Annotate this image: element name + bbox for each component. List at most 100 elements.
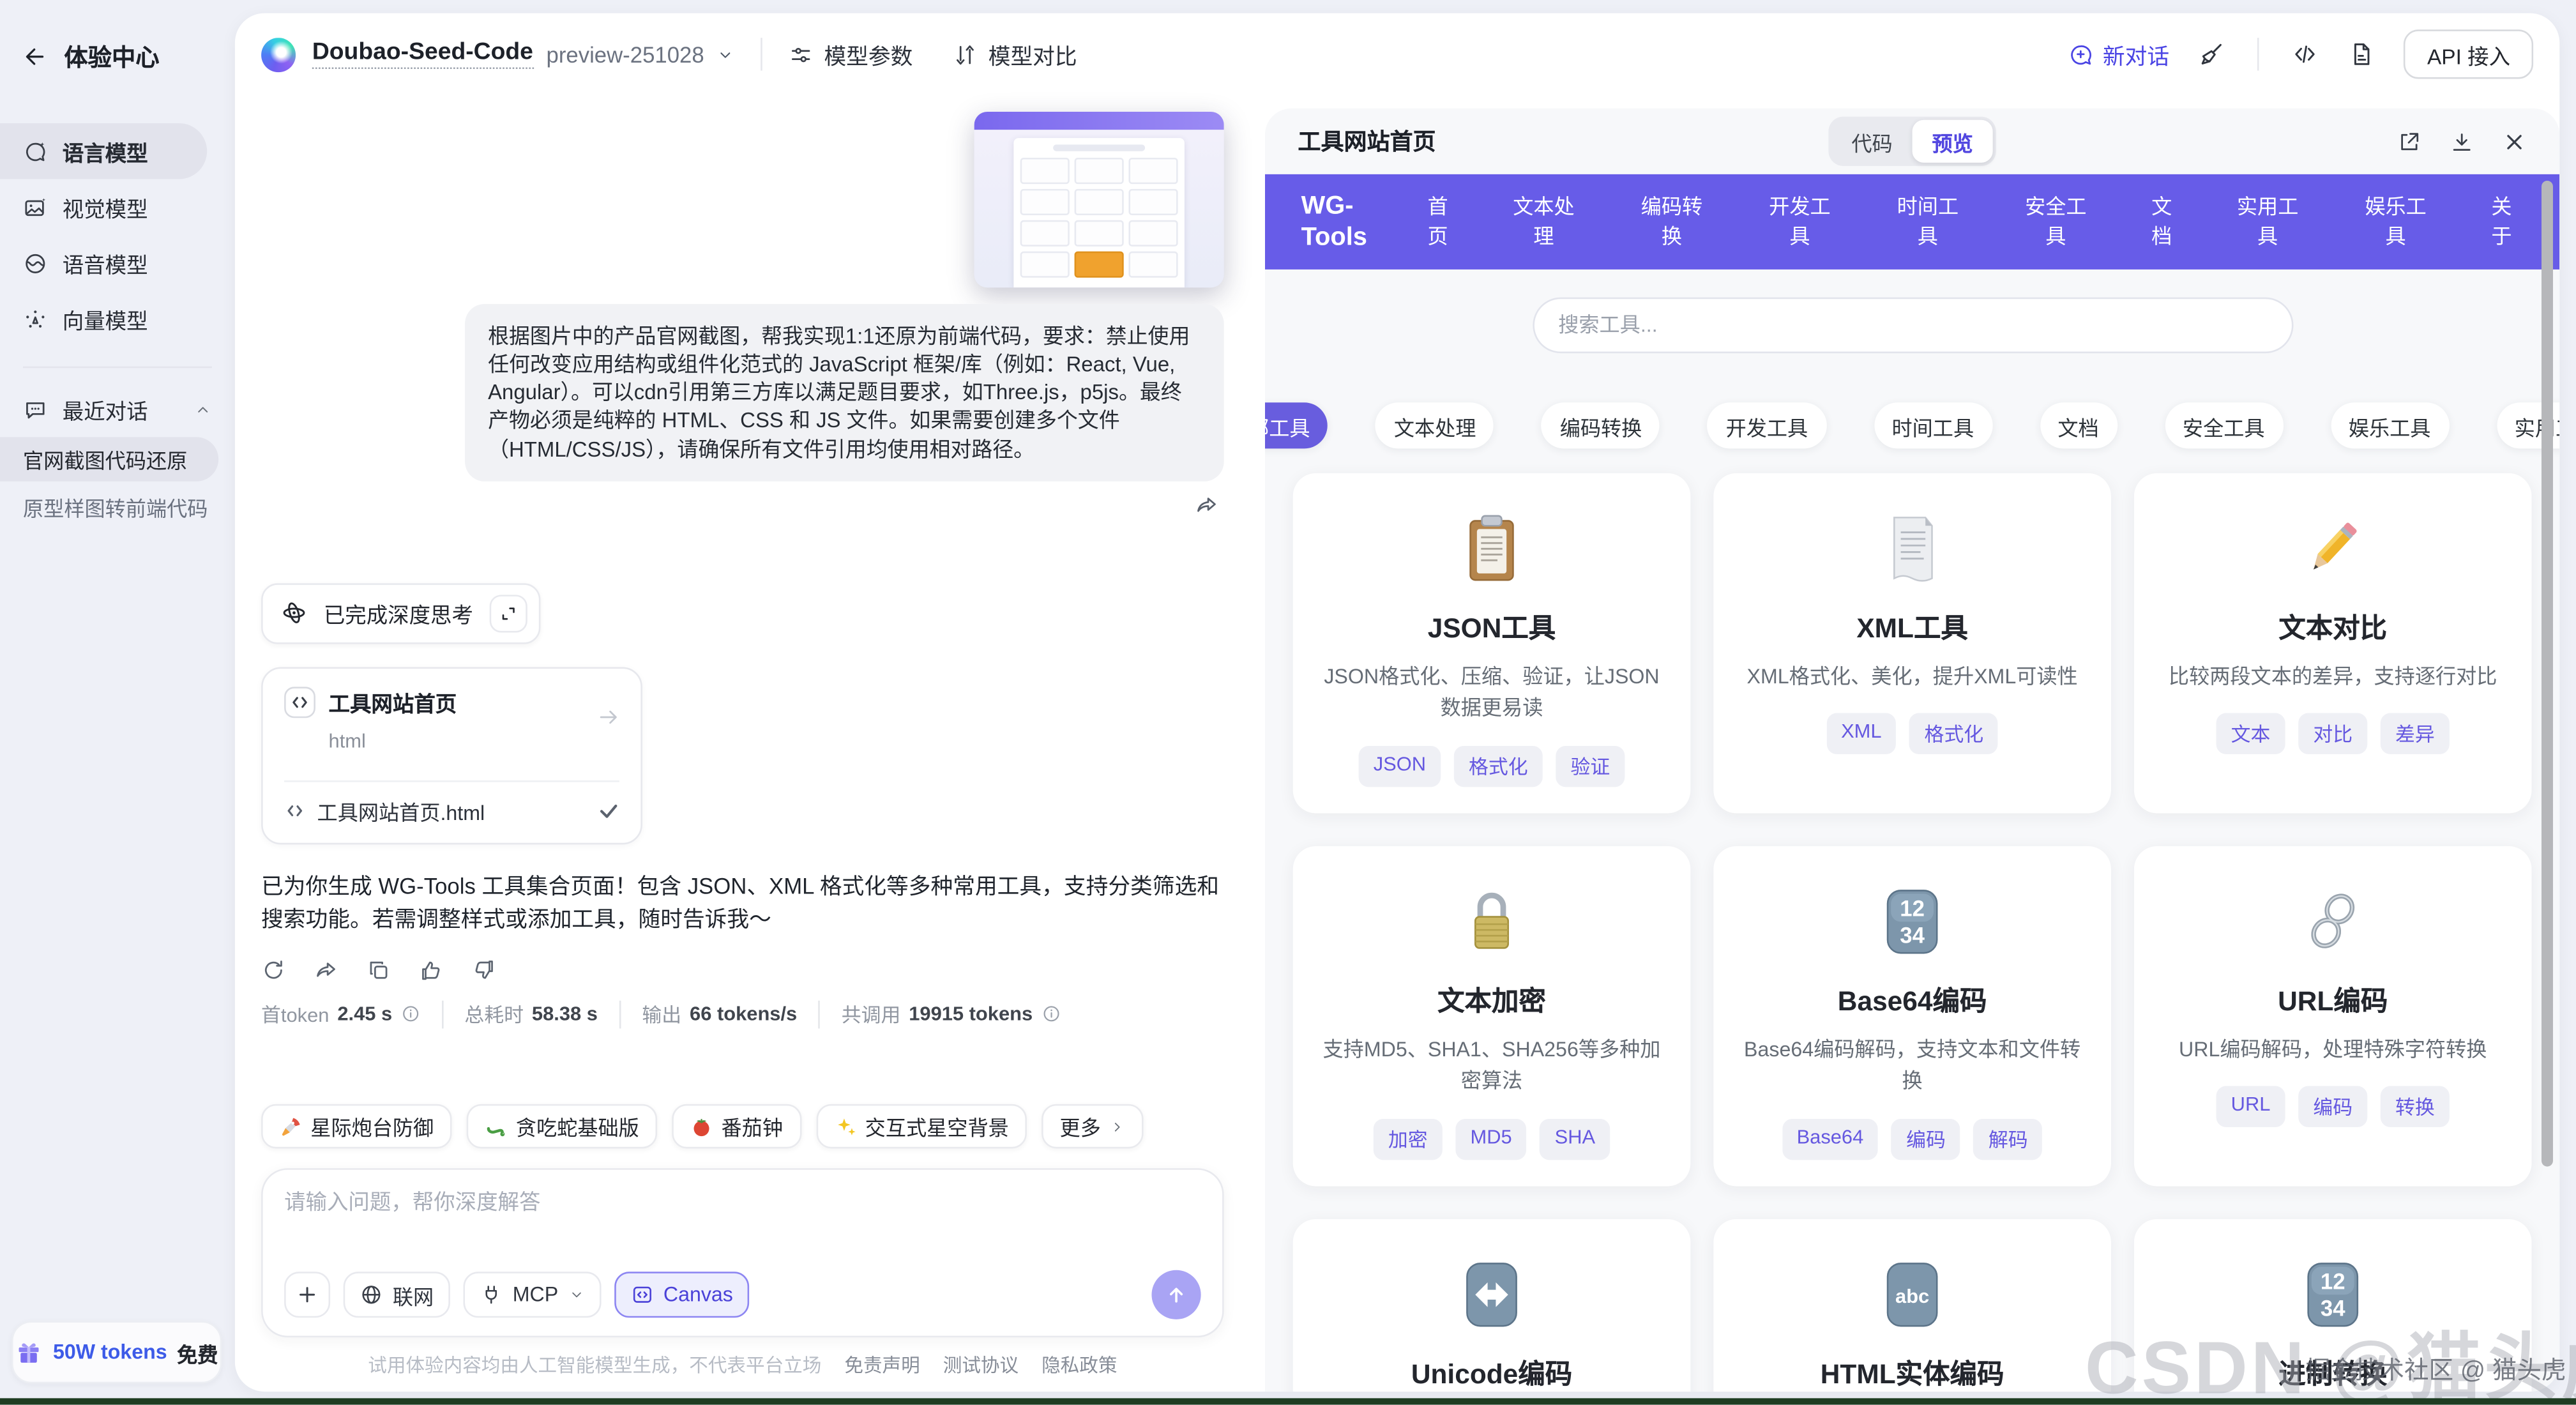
thinking-label: 已完成深度思考 [324,598,473,629]
site-navbar: WG-Tools 首页文本处理 编码转换开发工具 时间工具安全工具 文档实用工具 娱乐工… [1265,174,2559,270]
chat-input-box[interactable]: 联网 MCP Canvas [261,1168,1224,1337]
model-selector[interactable]: Doubao-Seed-Code [312,40,533,69]
artifact-file-row[interactable]: 工具网站首页.html [263,782,641,842]
recent-chat-item[interactable]: 原型样图转前端代码 [0,485,218,529]
send-button[interactable] [1151,1270,1201,1319]
chevron-up-icon[interactable] [194,400,212,418]
reference-screenshot-thumbnail[interactable] [974,112,1224,287]
suggestion-chip[interactable]: 交互式星空背景 [815,1104,1027,1148]
filter-chip[interactable]: 时间工具 [1874,402,1992,448]
code-icon[interactable] [2292,41,2319,67]
link-icon [2300,885,2366,957]
canvas-button[interactable]: Canvas [614,1272,750,1318]
tokens-free-label: 免费 [177,1337,218,1368]
suggestion-chip[interactable]: 贪吃蛇基础版 [467,1104,657,1148]
model-params-button[interactable]: 模型参数 [788,38,913,70]
filter-chip[interactable]: 编码转换 [1542,402,1660,448]
tool-card[interactable]: Unicode编码Unicode编码解码，处理多语言字符Unicode字符编码 [1293,1219,1691,1392]
tool-card[interactable]: XML工具XML格式化、美化，提升XML可读性XML格式化 [1713,473,2111,813]
tool-card-description: Base64编码解码，支持文本和文件转换 [1743,1035,2082,1098]
model-compare-button[interactable]: 模型对比 [952,38,1077,70]
document-icon[interactable] [2348,41,2374,67]
site-nav-item[interactable]: 首页 [1426,192,1450,252]
free-tokens-banner[interactable]: 50W tokens 免费 [11,1321,222,1383]
chevron-down-icon[interactable] [716,45,734,63]
preview-header-actions [2397,129,2527,154]
tool-card[interactable]: 1234Base64编码Base64编码解码，支持文本和文件转换Base64编码… [1713,846,2111,1185]
sidebar-header[interactable]: 体验中心 [0,40,235,74]
globe-icon [360,1283,383,1306]
filter-chip[interactable]: 文档 [2040,402,2117,448]
tool-tag: SHA [1540,1118,1610,1159]
site-nav-item[interactable]: 文档 [2150,192,2174,252]
site-nav-item[interactable]: 开发工具 [1766,192,1833,252]
check-icon [598,800,619,821]
site-nav-item[interactable]: 关于 [2490,192,2513,252]
disclaimer-text: 试用体验内容均由人工智能模型生成，不代表平台立场 [368,1352,821,1378]
site-nav-item[interactable]: 安全工具 [2022,192,2089,252]
recent-chats-header[interactable]: 最近对话 [0,384,235,434]
tab-code[interactable]: 代码 [1832,120,1913,163]
site-search-input[interactable] [1532,298,2292,353]
preview-scrollbar[interactable] [2542,181,2553,1167]
thumbs-down-icon[interactable] [471,957,496,982]
web-search-button[interactable]: 联网 [344,1272,450,1318]
attach-button[interactable] [284,1272,330,1318]
export-icon[interactable] [2397,129,2422,154]
deep-thinking-pill[interactable]: 已完成深度思考 [261,583,540,644]
page-icon [1879,513,1945,585]
footer-link[interactable]: 隐私政策 [1042,1352,1117,1378]
tool-card[interactable]: 文本对比比较两段文本的差异，支持逐行对比文本对比差异 [2134,473,2532,813]
sidebar-item-vector-model[interactable]: 向量模型 [0,291,207,346]
sidebar-item-voice-model[interactable]: 语音模型 [0,235,207,291]
site-nav-item[interactable]: 时间工具 [1894,192,1962,252]
suggestion-chip[interactable]: 星际炮台防御 [261,1104,451,1148]
tool-card[interactable]: abcHTML实体编码HTML实体字符编码解码HTML实体编码 [1713,1219,2111,1392]
download-icon[interactable] [2450,129,2474,154]
suggestion-chip[interactable]: 番茄钟 [672,1104,801,1148]
expand-thinking-button[interactable] [490,595,527,632]
tool-card-tags: URL编码转换 [2163,1086,2502,1127]
chat-input[interactable] [284,1190,1201,1215]
tool-card[interactable]: 1234进制转换2、8、10、16进制之间的相互转换进制转换二进制 [2134,1219,2532,1392]
regenerate-icon[interactable] [261,957,286,982]
filter-chip[interactable]: 全部工具 [1265,402,1328,448]
filter-chip[interactable]: 文本处理 [1376,402,1494,448]
new-chat-button[interactable]: 新对话 [2068,38,2169,70]
filter-chip[interactable]: 安全工具 [2165,402,2283,448]
clear-broom-icon[interactable] [2199,41,2225,67]
recent-chat-item[interactable]: 官网截图代码还原 [0,437,218,481]
mcp-button[interactable]: MCP [464,1272,602,1318]
footer-link[interactable]: 免责声明 [844,1352,920,1378]
artifact-card[interactable]: 工具网站首页 html 工具网站首页.html [261,667,642,844]
site-nav-item[interactable]: 实用工具 [2234,192,2301,252]
tool-tag: Base64 [1782,1118,1878,1159]
expand-icon [499,604,517,622]
share-icon[interactable] [314,957,338,982]
thumbs-up-icon[interactable] [419,957,444,982]
sidebar-item-image-model[interactable]: 视觉模型 [0,179,207,234]
filter-chip[interactable]: 开发工具 [1708,402,1826,448]
share-message-icon[interactable] [1194,492,1219,517]
tool-card[interactable]: 文本加密支持MD5、SHA1、SHA256等多种加密算法加密MD5SHA [1293,846,1691,1185]
api-access-button[interactable]: API 接入 [2404,29,2533,79]
copy-icon[interactable] [367,957,391,982]
tab-preview[interactable]: 预览 [1913,120,1993,163]
arrow-right-icon[interactable] [596,704,621,729]
tool-tag: 对比 [2298,714,2367,755]
sidebar-item-chat-model[interactable]: 语言模型 [0,123,207,179]
more-suggestions-button[interactable]: 更多 [1042,1104,1144,1148]
filter-chip[interactable]: 娱乐工具 [2330,402,2448,448]
site-logo[interactable]: WG-Tools [1301,190,1387,254]
artifact-filename: 工具网站首页.html [317,794,485,826]
site-nav-item[interactable]: 编码转换 [1638,192,1706,252]
site-nav-item[interactable]: 娱乐工具 [2362,192,2430,252]
back-arrow-icon[interactable] [23,44,48,69]
tool-card[interactable]: JSON工具JSON格式化、压缩、验证，让JSON数据更易读JSON格式化验证 [1293,473,1691,813]
tool-card[interactable]: URL编码URL编码解码，处理特殊字符转换URL编码转换 [2134,846,2532,1185]
footer-link[interactable]: 测试协议 [943,1352,1019,1378]
thumb-card [1128,189,1178,215]
site-nav-item[interactable]: 文本处理 [1510,192,1577,252]
close-icon[interactable] [2502,129,2527,154]
stat-value: 58.38 s [532,1003,598,1026]
